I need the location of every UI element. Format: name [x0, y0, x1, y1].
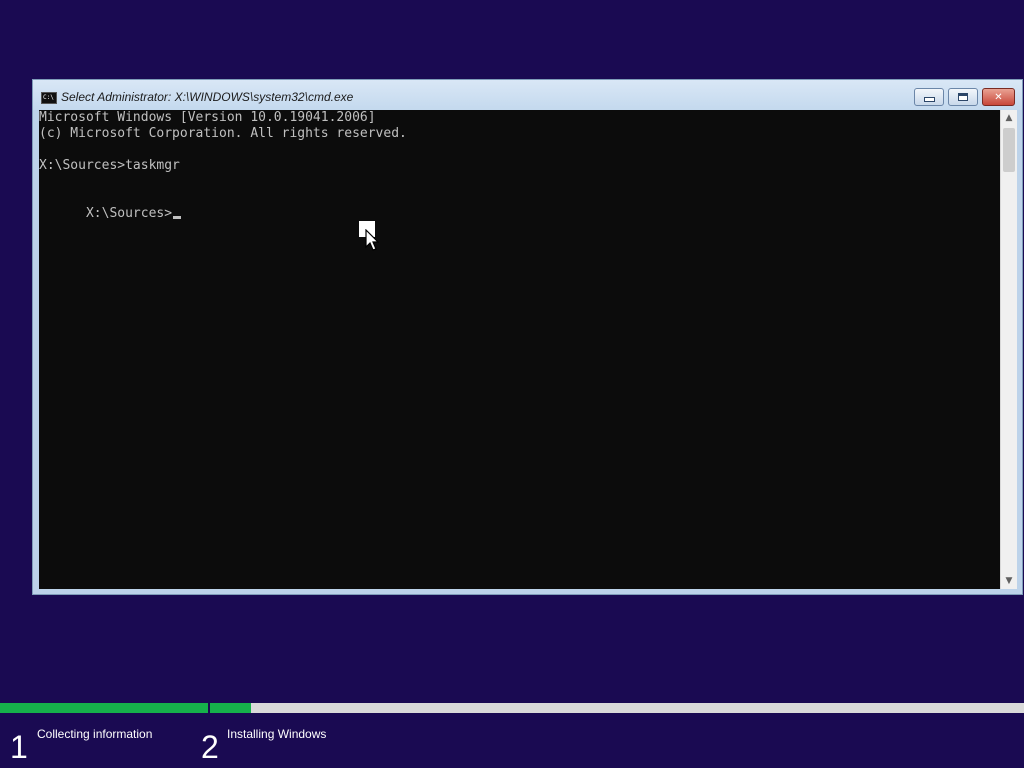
cmd-icon: C:\: [41, 92, 57, 104]
mouse-pointer-icon: [365, 229, 379, 251]
console-prompt-line[interactable]: X:\Sources>: [39, 190, 182, 238]
step-2-number: 2: [201, 729, 219, 765]
console-line-copyright: (c) Microsoft Corporation. All rights re…: [39, 126, 407, 141]
cmd-window: C:\ Select Administrator: X:\WINDOWS\sys…: [32, 79, 1023, 595]
step-1-progress-track: [0, 703, 208, 713]
console-prompt: X:\Sources>: [85, 206, 173, 221]
close-button[interactable]: ✕: [982, 88, 1015, 106]
step-2-progress-track: [210, 703, 1024, 713]
step-1-number: 1: [10, 729, 28, 765]
vertical-scrollbar[interactable]: ▲ ▼: [1000, 110, 1017, 589]
scrollbar-thumb[interactable]: [1003, 128, 1015, 172]
step-2-label: Installing Windows: [227, 727, 327, 741]
console-output[interactable]: Microsoft Windows [Version 10.0.19041.20…: [39, 110, 1000, 589]
window-title: Select Administrator: X:\WINDOWS\system3…: [61, 90, 354, 104]
maximize-button[interactable]: [948, 88, 978, 106]
scroll-down-icon[interactable]: ▼: [1001, 573, 1017, 589]
console-line-version: Microsoft Windows [Version 10.0.19041.20…: [39, 110, 376, 125]
step-1-progress-fill: [0, 703, 208, 713]
maximize-icon: [958, 93, 968, 101]
window-titlebar[interactable]: C:\ Select Administrator: X:\WINDOWS\sys…: [33, 80, 1022, 110]
close-icon: ✕: [994, 91, 1003, 103]
minimize-icon: [923, 97, 935, 102]
scroll-up-icon[interactable]: ▲: [1001, 110, 1017, 126]
console-line-command: X:\Sources>taskmgr: [39, 158, 180, 173]
step-1-label: Collecting information: [37, 727, 153, 741]
step-2-progress-fill: [210, 703, 251, 713]
minimize-button[interactable]: [914, 88, 944, 106]
setup-progress: [0, 703, 1024, 713]
text-cursor: [173, 216, 182, 219]
